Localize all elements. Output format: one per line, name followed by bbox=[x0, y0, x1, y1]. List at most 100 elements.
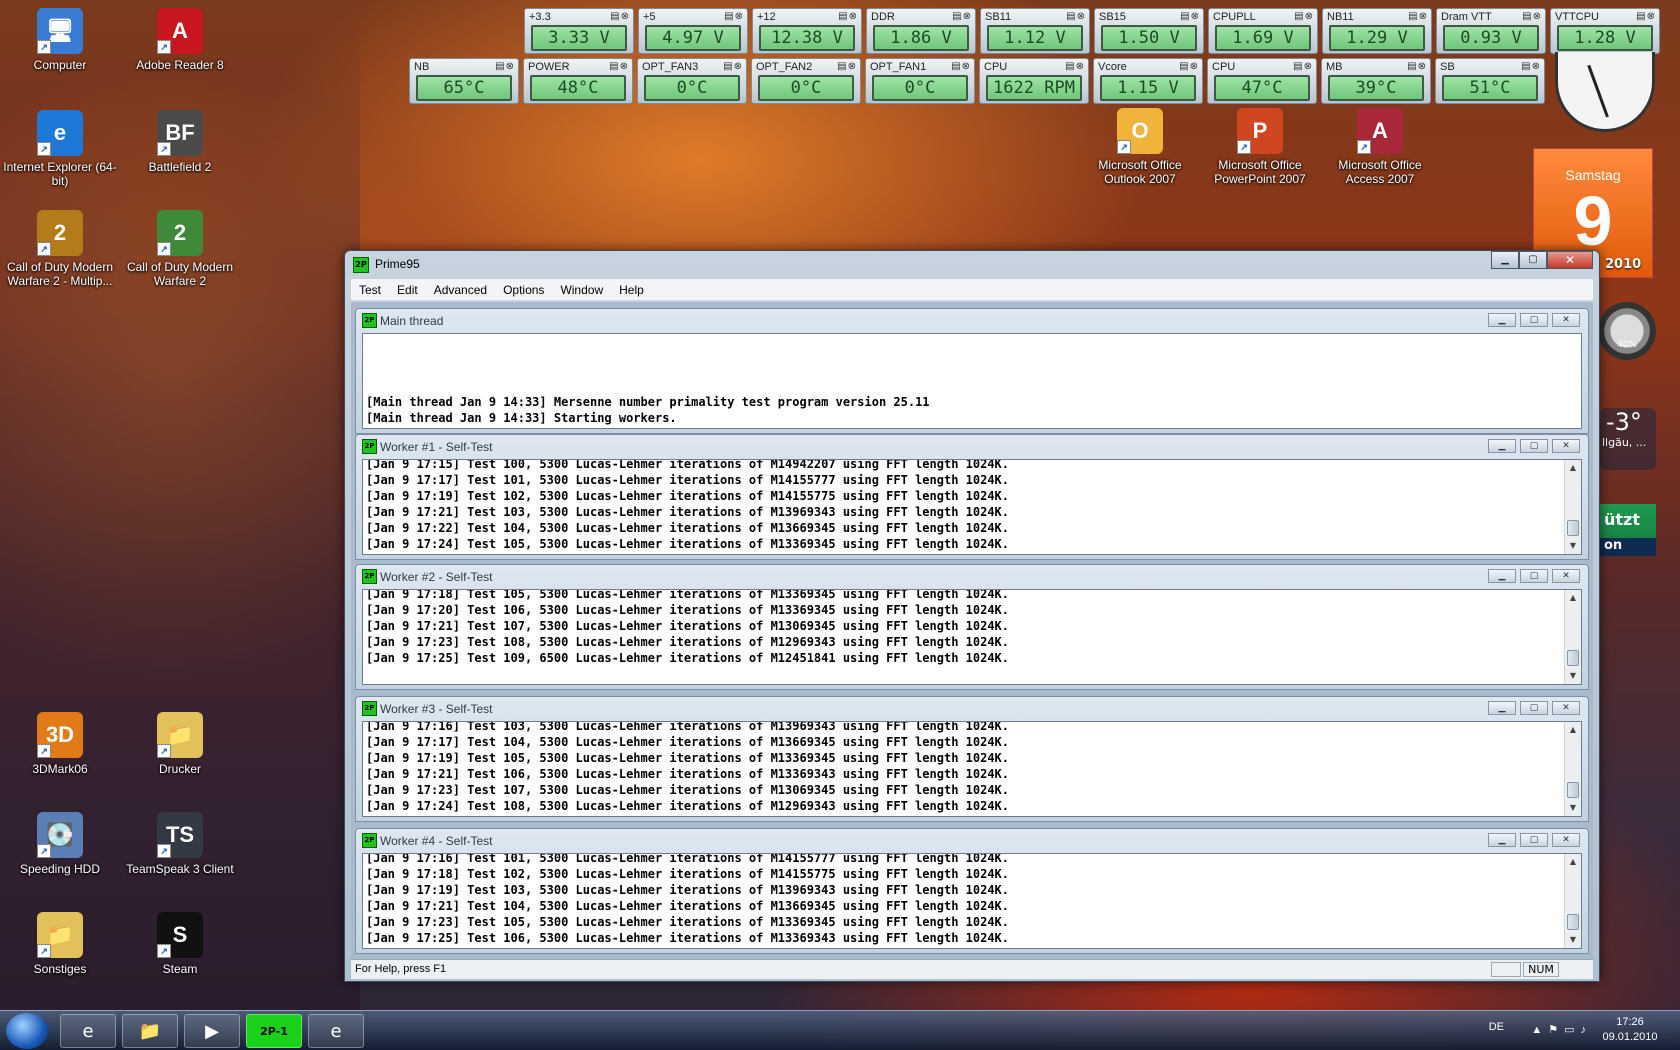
minimize-button[interactable]: ▁ bbox=[1488, 569, 1516, 583]
sensor-gadget[interactable]: +5 ▤⊗ 4.97 V bbox=[638, 8, 748, 54]
close-button[interactable]: ✕ bbox=[1552, 313, 1580, 327]
sensor-gadget[interactable]: NB11 ▤⊗ 1.29 V bbox=[1322, 8, 1432, 54]
worker-window[interactable]: 2P Worker #1 - Self-Test ▁ ▢ ✕ [Jan 9 17:15] … bbox=[355, 434, 1589, 560]
language-indicator[interactable]: DE bbox=[1489, 1021, 1504, 1033]
sensor-controls-icon[interactable]: ▤⊗ bbox=[1408, 11, 1428, 22]
vertical-scrollbar[interactable]: ▲ ▼ bbox=[1564, 590, 1581, 684]
menu-edit[interactable]: Edit bbox=[389, 283, 426, 297]
scrollbar-thumb[interactable] bbox=[1567, 520, 1579, 536]
desktop-icon[interactable]: O ↗ Microsoft Office Outlook 2007 bbox=[1080, 108, 1200, 186]
desktop-icon[interactable]: 2 ↗ Call of Duty Modern Warfare 2 - Multip… bbox=[0, 210, 120, 288]
sensor-gadget[interactable]: CPU ▤⊗ 1622 RPM bbox=[979, 58, 1089, 104]
scroll-up-icon[interactable]: ▲ bbox=[1565, 722, 1581, 738]
desktop-icon[interactable]: A ↗ Adobe Reader 8 bbox=[120, 8, 240, 72]
taskbar-internet-explorer[interactable]: e bbox=[60, 1014, 116, 1048]
sensor-controls-icon[interactable]: ▤⊗ bbox=[951, 61, 971, 72]
start-button[interactable] bbox=[6, 1013, 48, 1049]
sensor-controls-icon[interactable]: ▤⊗ bbox=[1179, 61, 1199, 72]
sensor-gadget[interactable]: +12 ▤⊗ 12.38 V bbox=[752, 8, 862, 54]
maximize-button[interactable]: ▢ bbox=[1520, 569, 1548, 583]
taskbar-media-player[interactable]: ▶ bbox=[184, 1014, 240, 1048]
sensor-controls-icon[interactable]: ▤⊗ bbox=[1521, 61, 1541, 72]
desktop-icon[interactable]: 📁 ↗ Sonstiges bbox=[0, 912, 120, 976]
sensor-controls-icon[interactable]: ▤⊗ bbox=[1636, 11, 1656, 22]
cpu-gauge-gadget[interactable]: 40% bbox=[1598, 302, 1656, 360]
scrollbar-thumb[interactable] bbox=[1567, 914, 1579, 930]
sensor-gadget[interactable]: NB ▤⊗ 65°C bbox=[409, 58, 519, 104]
close-button[interactable]: ✕ bbox=[1547, 251, 1593, 269]
weather-gadget[interactable]: -3° llgäu, ... bbox=[1600, 408, 1656, 470]
scroll-down-icon[interactable]: ▼ bbox=[1565, 538, 1581, 554]
menu-advanced[interactable]: Advanced bbox=[426, 283, 495, 297]
sensor-controls-icon[interactable]: ▤⊗ bbox=[724, 11, 744, 22]
minimize-button[interactable]: ▁ bbox=[1488, 701, 1516, 715]
close-button[interactable]: ✕ bbox=[1552, 569, 1580, 583]
sensor-controls-icon[interactable]: ▤⊗ bbox=[838, 11, 858, 22]
desktop-icon[interactable]: 💽 ↗ Speeding HDD bbox=[0, 812, 120, 876]
sensor-gadget[interactable]: +3.3 ▤⊗ 3.33 V bbox=[524, 8, 634, 54]
taskbar-explorer[interactable]: 📁 bbox=[122, 1014, 178, 1048]
worker-window[interactable]: 2P Worker #4 - Self-Test ▁ ▢ ✕ [Jan 9 17:16] … bbox=[355, 828, 1589, 954]
sensor-gadget[interactable]: SB ▤⊗ 51°C bbox=[1435, 58, 1545, 104]
scrollbar-thumb[interactable] bbox=[1567, 650, 1579, 666]
desktop-icon[interactable]: 📁 ↗ Drucker bbox=[120, 712, 240, 776]
desktop-icon[interactable]: e ↗ Internet Explorer (64-bit) bbox=[0, 110, 120, 188]
sensor-gadget[interactable]: OPT_FAN2 ▤⊗ 0°C bbox=[751, 58, 861, 104]
desktop-icon[interactable]: TS ↗ TeamSpeak 3 Client bbox=[120, 812, 240, 876]
desktop-icon[interactable]: BF ↗ Battlefield 2 bbox=[120, 110, 240, 174]
sensor-gadget[interactable]: SB15 ▤⊗ 1.50 V bbox=[1094, 8, 1204, 54]
sensor-controls-icon[interactable]: ▤⊗ bbox=[1522, 11, 1542, 22]
close-button[interactable]: ✕ bbox=[1552, 439, 1580, 453]
sensor-controls-icon[interactable]: ▤⊗ bbox=[723, 61, 743, 72]
log-output[interactable]: [Jan 9 17:15] Test 100, 5300 Lucas-Lehme… bbox=[362, 459, 1582, 555]
maximize-button[interactable]: ▢ bbox=[1520, 701, 1548, 715]
sensor-gadget[interactable]: CPU ▤⊗ 47°C bbox=[1207, 58, 1317, 104]
minimize-button[interactable]: ▁ bbox=[1488, 833, 1516, 847]
log-output[interactable]: [Jan 9 17:18] Test 105, 5300 Lucas-Lehme… bbox=[362, 589, 1582, 685]
minimize-button[interactable]: ▁ bbox=[1491, 251, 1519, 269]
log-output[interactable]: [Main thread Jan 9 14:33] Mersenne numbe… bbox=[362, 333, 1582, 429]
tray-clock[interactable]: 17:26 09.01.2010 bbox=[1600, 1015, 1660, 1045]
main-thread-window[interactable]: 2P Main thread ▁ ▢ ✕ [Main thread Jan 9 14:33… bbox=[355, 308, 1589, 434]
sensor-controls-icon[interactable]: ▤⊗ bbox=[610, 11, 630, 22]
vertical-scrollbar[interactable]: ▲ ▼ bbox=[1564, 854, 1581, 948]
sensor-controls-icon[interactable]: ▤⊗ bbox=[1407, 61, 1427, 72]
maximize-button[interactable]: ▢ bbox=[1520, 439, 1548, 453]
minimize-button[interactable]: ▁ bbox=[1488, 313, 1516, 327]
vertical-scrollbar[interactable]: ▲ ▼ bbox=[1564, 460, 1581, 554]
sensor-controls-icon[interactable]: ▤⊗ bbox=[1066, 11, 1086, 22]
tray-icons[interactable]: ▲⚑▭♪ bbox=[1531, 1023, 1592, 1036]
prime95-window[interactable]: 2P Prime95 ▁ ▢ ✕ Test Edit Advanced Opti… bbox=[344, 250, 1600, 982]
promo-gadget[interactable]: ützt on bbox=[1600, 504, 1656, 556]
worker-window[interactable]: 2P Worker #2 - Self-Test ▁ ▢ ✕ [Jan 9 17:18] … bbox=[355, 564, 1589, 690]
close-button[interactable]: ✕ bbox=[1552, 701, 1580, 715]
log-output[interactable]: [Jan 9 17:16] Test 101, 5300 Lucas-Lehme… bbox=[362, 853, 1582, 949]
sensor-gadget[interactable]: VTTCPU ▤⊗ 1.28 V bbox=[1550, 8, 1660, 54]
sensor-controls-icon[interactable]: ▤⊗ bbox=[952, 11, 972, 22]
menu-help[interactable]: Help bbox=[611, 283, 652, 297]
menu-options[interactable]: Options bbox=[495, 283, 552, 297]
sensor-gadget[interactable]: OPT_FAN3 ▤⊗ 0°C bbox=[637, 58, 747, 104]
scroll-up-icon[interactable]: ▲ bbox=[1565, 854, 1581, 870]
scroll-up-icon[interactable]: ▲ bbox=[1565, 590, 1581, 606]
sensor-gadget[interactable]: SB11 ▤⊗ 1.12 V bbox=[980, 8, 1090, 54]
sensor-gadget[interactable]: DDR ▤⊗ 1.86 V bbox=[866, 8, 976, 54]
desktop-icon[interactable]: 3D ↗ 3DMark06 bbox=[0, 712, 120, 776]
sensor-controls-icon[interactable]: ▤⊗ bbox=[1293, 61, 1313, 72]
maximize-button[interactable]: ▢ bbox=[1519, 251, 1547, 269]
sensor-gadget[interactable]: CPUPLL ▤⊗ 1.69 V bbox=[1208, 8, 1318, 54]
close-button[interactable]: ✕ bbox=[1552, 833, 1580, 847]
menu-window[interactable]: Window bbox=[552, 283, 611, 297]
scrollbar-thumb[interactable] bbox=[1567, 782, 1579, 798]
taskbar-prime95[interactable]: 2P-1 bbox=[246, 1014, 302, 1048]
log-output[interactable]: [Jan 9 17:16] Test 103, 5300 Lucas-Lehme… bbox=[362, 721, 1582, 817]
desktop-icon[interactable]: 2 ↗ Call of Duty Modern Warfare 2 bbox=[120, 210, 240, 288]
scroll-down-icon[interactable]: ▼ bbox=[1565, 800, 1581, 816]
desktop-icon[interactable]: A ↗ Microsoft Office Access 2007 bbox=[1320, 108, 1440, 186]
worker-window[interactable]: 2P Worker #3 - Self-Test ▁ ▢ ✕ [Jan 9 17:16] … bbox=[355, 696, 1589, 822]
desktop-icon[interactable]: 🖥 ↗ Computer bbox=[0, 8, 120, 72]
scroll-down-icon[interactable]: ▼ bbox=[1565, 932, 1581, 948]
scroll-up-icon[interactable]: ▲ bbox=[1565, 460, 1581, 476]
sensor-gadget[interactable]: Vcore ▤⊗ 1.15 V bbox=[1093, 58, 1203, 104]
sensor-controls-icon[interactable]: ▤⊗ bbox=[1065, 61, 1085, 72]
